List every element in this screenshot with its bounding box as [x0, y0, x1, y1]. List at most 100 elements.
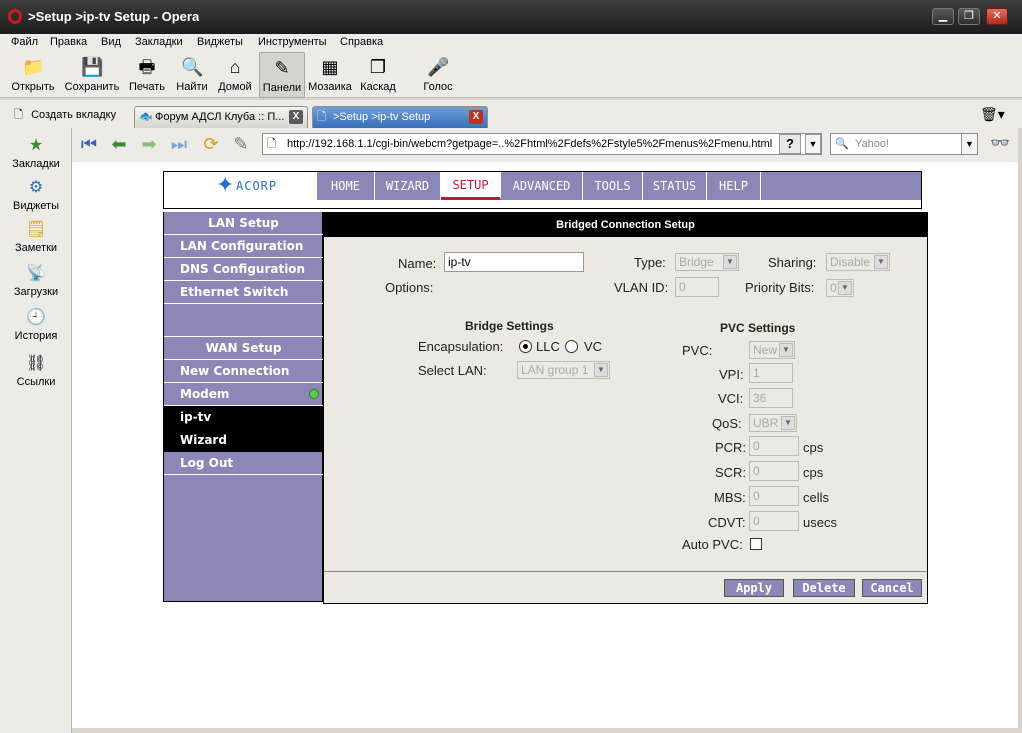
- page-favicon-icon: 🗋: [317, 111, 326, 123]
- search-icon: 🔍: [835, 138, 849, 150]
- bridge-settings-title: Bridge Settings: [465, 319, 554, 333]
- save-button[interactable]: 💾 Сохранить: [62, 52, 122, 98]
- folder-icon: 📁: [22, 57, 45, 77]
- menu-edit[interactable]: Правка: [50, 36, 87, 48]
- forum-favicon-icon: 🐟: [139, 111, 153, 123]
- find-button[interactable]: 🔍 Найти: [172, 52, 212, 98]
- history-icon: 🕘: [26, 309, 46, 326]
- address-input[interactable]: 🗋 http://192.168.1.1/cgi-bin/webcm?getpa…: [262, 133, 822, 155]
- new-tab-button[interactable]: 🗋 Создать вкладку: [14, 106, 116, 125]
- select-lan-select[interactable]: LAN group 1 ▼: [517, 361, 610, 379]
- sidebar-lan-configuration[interactable]: LAN Configuration: [164, 235, 323, 258]
- panel-downloads[interactable]: 📡 Загрузки: [0, 264, 72, 298]
- sidebar-lan-setup: LAN Setup: [164, 212, 323, 235]
- priority-bits-select[interactable]: 0 ▼: [826, 279, 854, 297]
- back-icon[interactable]: ⬅: [108, 134, 130, 154]
- home-button[interactable]: ⌂ Домой: [214, 52, 256, 98]
- menu-bookmarks[interactable]: Закладки: [135, 36, 183, 48]
- auto-pvc-checkbox[interactable]: [750, 538, 762, 550]
- chevron-down-icon: ▼: [838, 281, 852, 295]
- print-icon: 🖶: [138, 57, 156, 77]
- name-input[interactable]: ip-tv: [444, 252, 584, 272]
- menu-widgets[interactable]: Виджеты: [197, 36, 243, 48]
- cdvt-input[interactable]: 0: [749, 511, 799, 531]
- panel-notes[interactable]: 🗒 Заметки: [0, 220, 72, 254]
- menu-tools[interactable]: Инструменты: [258, 36, 327, 48]
- menu-file[interactable]: Файл: [11, 36, 38, 48]
- pvc-settings-title: PVC Settings: [720, 321, 796, 335]
- url-dropdown-icon[interactable]: ▼: [805, 134, 821, 154]
- scr-input[interactable]: 0: [749, 461, 799, 481]
- type-label: Type:: [634, 255, 666, 270]
- panels-button[interactable]: ✎ Панели: [259, 52, 305, 98]
- vpi-label: VPI:: [719, 367, 744, 382]
- search-input[interactable]: 🔍 Yahoo! ▼: [830, 133, 978, 155]
- scr-label: SCR:: [715, 465, 747, 480]
- sharing-select[interactable]: Disable ▼: [826, 253, 890, 271]
- panel-history[interactable]: 🕘 История: [0, 308, 72, 342]
- vlan-id-input[interactable]: 0: [675, 277, 719, 297]
- pcr-input[interactable]: 0: [749, 436, 799, 456]
- close-tab-icon[interactable]: X: [289, 110, 303, 124]
- menu-help[interactable]: Справка: [340, 36, 383, 48]
- apply-button[interactable]: Apply: [724, 579, 784, 597]
- chevron-down-icon: ▼: [874, 255, 888, 269]
- pvc-label: PVC:: [682, 343, 713, 358]
- voice-button[interactable]: 🎤 Голос: [418, 52, 458, 98]
- tab-forum[interactable]: 🐟 Форум АДСЛ Клуба :: П... X: [134, 106, 308, 128]
- fast-forward-icon[interactable]: ⏭: [168, 134, 190, 154]
- trash-icon[interactable]: 🗑▾: [980, 106, 1005, 123]
- qos-select[interactable]: UBR ▼: [749, 414, 797, 432]
- menu-view[interactable]: Вид: [101, 36, 121, 48]
- nav-help[interactable]: HELP: [707, 172, 761, 200]
- encap-vc-radio[interactable]: [565, 340, 578, 353]
- nav-home[interactable]: HOME: [317, 172, 375, 200]
- panel-sidebar: ★ Закладки ⚙ Виджеты 🗒 Заметки 📡 Загрузк…: [0, 128, 72, 733]
- cancel-button[interactable]: Cancel: [862, 579, 922, 597]
- encap-llc-label: LLC: [536, 339, 560, 354]
- mbs-input[interactable]: 0: [749, 486, 799, 506]
- vci-input[interactable]: 36: [749, 388, 793, 408]
- close-window-button[interactable]: ✕: [986, 8, 1008, 25]
- search-dropdown-icon[interactable]: ▼: [961, 134, 977, 154]
- sidebar-ip-tv[interactable]: ip-tv: [164, 406, 323, 429]
- chevron-down-icon: ▼: [781, 416, 795, 430]
- open-button[interactable]: 📁 Открыть: [6, 52, 60, 98]
- sidebar-new-connection[interactable]: New Connection: [164, 360, 323, 383]
- bridged-setup-panel: Bridged Connection Setup Name: ip-tv Typ…: [323, 212, 928, 604]
- vpi-input[interactable]: 1: [749, 363, 793, 383]
- edit-icon[interactable]: ✎: [230, 134, 252, 154]
- binoculars-icon[interactable]: 👓: [986, 134, 1014, 154]
- forward-icon[interactable]: ➡: [138, 134, 160, 154]
- nav-setup[interactable]: SETUP: [441, 172, 501, 200]
- sidebar-modem[interactable]: Modem: [164, 383, 323, 406]
- tile-button[interactable]: ▦ Мозаика: [307, 52, 353, 98]
- nav-tools[interactable]: TOOLS: [583, 172, 643, 200]
- panel-links[interactable]: ⛓ Ссылки: [0, 354, 72, 388]
- cascade-icon: ❐: [369, 57, 387, 77]
- encap-llc-radio[interactable]: [519, 340, 532, 353]
- close-tab-icon[interactable]: X: [469, 110, 483, 124]
- cascade-button[interactable]: ❐ Каскад: [356, 52, 400, 98]
- tab-setup[interactable]: 🗋 >Setup >ip-tv Setup X: [312, 106, 488, 128]
- nav-advanced[interactable]: ADVANCED: [501, 172, 583, 200]
- sidebar-dns-configuration[interactable]: DNS Configuration: [164, 258, 323, 281]
- help-icon[interactable]: ?: [779, 134, 801, 154]
- pvc-select[interactable]: New ▼: [749, 341, 795, 359]
- sidebar-ethernet-switch[interactable]: Ethernet Switch: [164, 281, 323, 304]
- panel-widgets[interactable]: ⚙ Виджеты: [0, 178, 72, 212]
- rewind-icon[interactable]: ⏮: [78, 134, 100, 154]
- reload-icon[interactable]: ⟳: [200, 134, 222, 154]
- type-select[interactable]: Bridge ▼: [675, 253, 739, 271]
- sidebar-log-out[interactable]: Log Out: [164, 452, 323, 475]
- sidebar-wizard[interactable]: Wizard: [164, 429, 323, 452]
- nav-status[interactable]: STATUS: [643, 172, 707, 200]
- sharing-label: Sharing:: [768, 255, 817, 270]
- minimize-button[interactable]: ▁: [932, 8, 954, 25]
- downloads-icon: 📡: [26, 265, 46, 282]
- panel-bookmarks[interactable]: ★ Закладки: [0, 136, 72, 170]
- print-button[interactable]: 🖶 Печать: [124, 52, 170, 98]
- maximize-button[interactable]: ❐: [958, 8, 980, 25]
- nav-wizard[interactable]: WIZARD: [375, 172, 441, 200]
- delete-button[interactable]: Delete: [793, 579, 855, 597]
